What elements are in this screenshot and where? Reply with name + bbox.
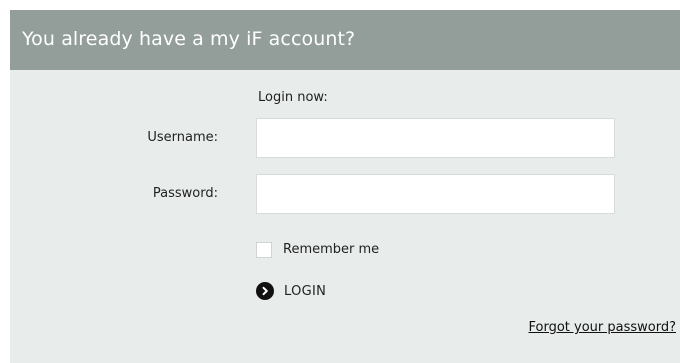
- remember-me-checkbox[interactable]: [256, 242, 272, 258]
- password-input[interactable]: [256, 174, 615, 214]
- login-button[interactable]: LOGIN: [256, 281, 326, 301]
- username-input[interactable]: [256, 118, 615, 158]
- login-intro: Login now:: [258, 90, 328, 105]
- password-label: Password:: [152, 186, 218, 201]
- remember-me-label[interactable]: Remember me: [283, 242, 379, 257]
- forgot-password-link[interactable]: Forgot your password?: [528, 320, 676, 335]
- login-panel: You already have a my iF account? Login …: [10, 10, 680, 363]
- chevron-right-circle-icon: [256, 282, 274, 300]
- login-button-label: LOGIN: [284, 283, 327, 299]
- header-title: You already have a my iF account?: [22, 28, 356, 50]
- login-header: You already have a my iF account?: [10, 10, 680, 70]
- username-label: Username:: [147, 130, 218, 145]
